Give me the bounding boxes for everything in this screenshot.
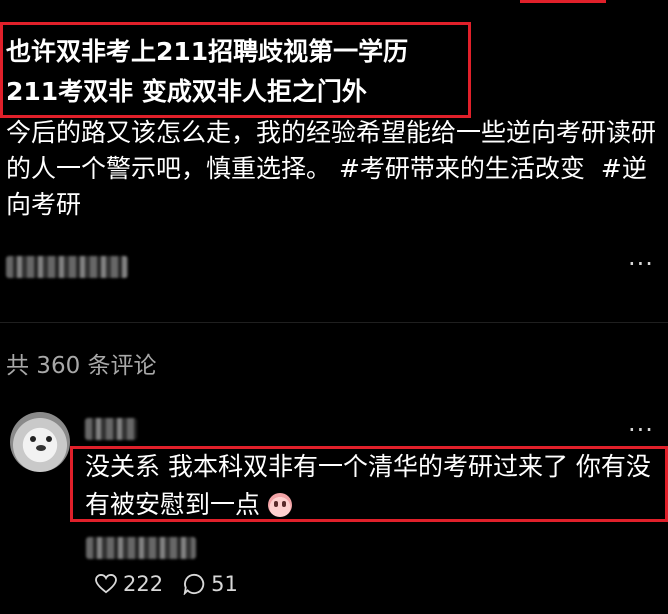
avatar-nose-icon [36,445,46,451]
crying-face-icon [267,493,292,517]
comment-bubble-icon [183,573,205,595]
reply-count: 51 [211,572,238,596]
comment-text-content: 没关系 我本科双非有一个清华的考研过来了 你有没有被安慰到一点 [85,452,651,519]
comment-meta-blurred [86,537,196,559]
like-button[interactable]: 222 [95,572,163,596]
post-title-line-2: 211考双非 变成双非人拒之门外 [6,77,367,106]
heart-icon [95,574,117,594]
avatar-eye-icon [46,436,52,442]
comment-count: 共 360 条评论 [6,353,157,379]
post-body: 今后的路又该怎么走，我的经验希望能给一些逆向考研读研的人一个警示吧，慎重选择。 … [6,115,656,223]
post-meta-blurred [6,256,128,278]
commenter-name-blurred [85,418,137,440]
top-highlight-edge [520,0,606,3]
like-count: 222 [123,572,164,596]
comment-actions: 222 51 [95,572,238,596]
comment-more-options-icon[interactable]: ··· [628,416,654,444]
avatar[interactable] [10,412,70,472]
section-divider [0,322,668,323]
avatar-eye-icon [30,436,36,442]
post-title-line-1: 也许双非考上211招聘歧视第一学历 [6,37,409,66]
hashtag-link[interactable]: #考研带来的生活改变 [339,154,585,183]
post-more-options-icon[interactable]: ··· [628,250,654,278]
comment-text: 没关系 我本科双非有一个清华的考研过来了 你有没有被安慰到一点 [85,448,660,524]
reply-button[interactable]: 51 [183,572,238,596]
